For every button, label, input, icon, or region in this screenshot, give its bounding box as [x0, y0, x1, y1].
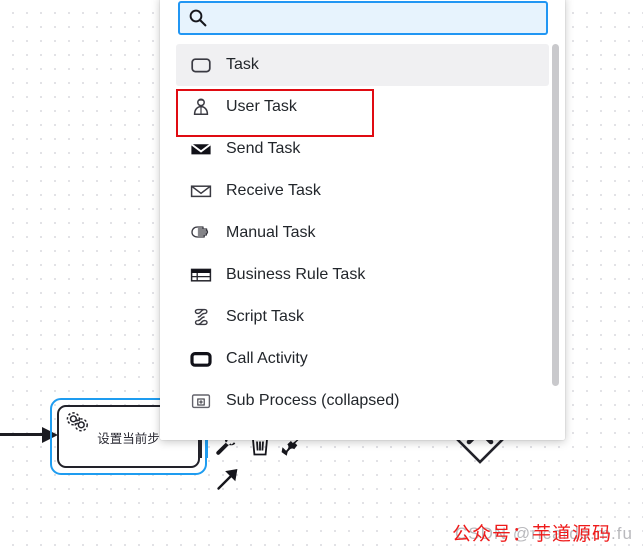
menu-item-business-rule-task[interactable]: Business Rule Task — [176, 254, 549, 296]
call-activity-icon — [188, 346, 214, 372]
replace-menu-results[interactable]: Task User Task Send Task Receive Task Ma… — [160, 44, 565, 440]
menu-item-user-task[interactable]: User Task — [176, 86, 549, 128]
menu-item-label: Business Rule Task — [226, 266, 366, 283]
menu-item-call-activity[interactable]: Call Activity — [176, 338, 549, 380]
search-row — [178, 1, 548, 35]
user-task-icon — [188, 94, 214, 120]
menu-item-label: Send Task — [226, 140, 301, 157]
receive-task-icon — [188, 178, 214, 204]
menu-item-label: Manual Task — [226, 224, 316, 241]
menu-item-receive-task[interactable]: Receive Task — [176, 170, 549, 212]
panel-scrollbar-thumb[interactable] — [552, 44, 559, 386]
search-input[interactable] — [178, 1, 548, 35]
sequence-flow-line — [0, 433, 46, 436]
menu-item-sub-process-collapsed[interactable]: Sub Process (collapsed) — [176, 380, 549, 422]
send-task-icon — [188, 136, 214, 162]
script-task-icon — [188, 304, 214, 330]
menu-item-task[interactable]: Task — [176, 44, 549, 86]
wechat-account-watermark: 公众号：芋道源码 — [452, 523, 613, 545]
menu-item-label: Receive Task — [226, 182, 321, 199]
replace-menu-panel: Task User Task Send Task Receive Task Ma… — [160, 0, 565, 440]
menu-item-label: User Task — [226, 98, 297, 115]
arrow-icon[interactable] — [215, 466, 241, 492]
menu-item-send-task[interactable]: Send Task — [176, 128, 549, 170]
menu-item-label: Call Activity — [226, 350, 308, 367]
task-icon — [188, 52, 214, 78]
menu-item-label: Script Task — [226, 308, 304, 325]
business-rule-task-icon — [188, 262, 214, 288]
manual-task-icon — [188, 220, 214, 246]
app-root: 设置当前步 Task User Task Send Task Receive T… — [0, 0, 643, 557]
menu-item-label: Sub Process (collapsed) — [226, 392, 400, 409]
sub-process-collapsed-icon — [188, 388, 214, 414]
panel-scrollbar[interactable] — [552, 44, 561, 434]
menu-item-label: Task — [226, 56, 259, 73]
menu-item-manual-task[interactable]: Manual Task — [176, 212, 549, 254]
menu-item-script-task[interactable]: Script Task — [176, 296, 549, 338]
